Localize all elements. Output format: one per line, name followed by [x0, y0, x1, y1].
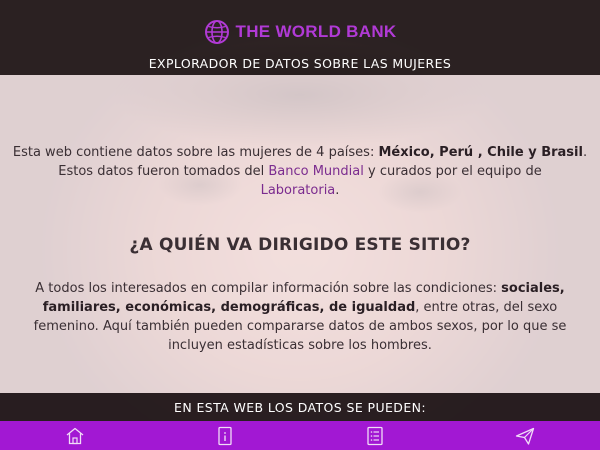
- audience-paragraph: A todos los interesados en compilar info…: [20, 279, 580, 355]
- intro-text: y curados por el equipo de: [363, 164, 542, 179]
- nav-list-button[interactable]: [350, 421, 400, 450]
- countries-list: México, Perú , Chile y Brasil: [378, 145, 583, 160]
- home-icon: [66, 427, 84, 444]
- globe-icon: [204, 20, 229, 44]
- nav-send-button[interactable]: [500, 421, 550, 450]
- intro-text: .: [582, 145, 588, 160]
- brand-name: THE WORLD BANK: [235, 22, 397, 41]
- main-content: Esta web contiene datos sobre las mujere…: [0, 75, 600, 393]
- audience-text: A todos los interesados en compilar info…: [35, 281, 502, 296]
- intro-text: Esta web contiene datos sobre las mujere…: [12, 145, 379, 160]
- page-subtitle: EXPLORADOR DE DATOS SOBRE LAS MUJERES: [148, 56, 452, 71]
- features-banner: EN ESTA WEB LOS DATOS SE PUEDEN:: [0, 393, 600, 421]
- info-icon: [218, 426, 232, 445]
- banco-mundial-link[interactable]: Banco Mundial: [268, 164, 364, 179]
- intro-paragraph: Esta web contiene datos sobre las mujere…: [10, 143, 590, 200]
- header-bar: THE WORLD BANK EXPLORADOR DE DATOS SOBRE…: [0, 0, 600, 75]
- intro-text: .: [335, 183, 340, 198]
- nav-info-button[interactable]: [200, 421, 250, 450]
- intro-text: Estos datos fueron tomados del: [58, 164, 269, 179]
- send-icon: [515, 427, 535, 445]
- audience-heading: ¿A QUIÉN VA DIRIGIDO ESTE SITIO?: [129, 235, 471, 255]
- bottom-nav: [0, 421, 600, 450]
- brand-logo[interactable]: THE WORLD BANK: [0, 18, 600, 46]
- features-banner-text: EN ESTA WEB LOS DATOS SE PUEDEN:: [174, 399, 426, 415]
- laboratoria-link[interactable]: Laboratoria: [261, 183, 336, 198]
- list-icon: [367, 426, 383, 445]
- nav-home-button[interactable]: [50, 421, 100, 450]
